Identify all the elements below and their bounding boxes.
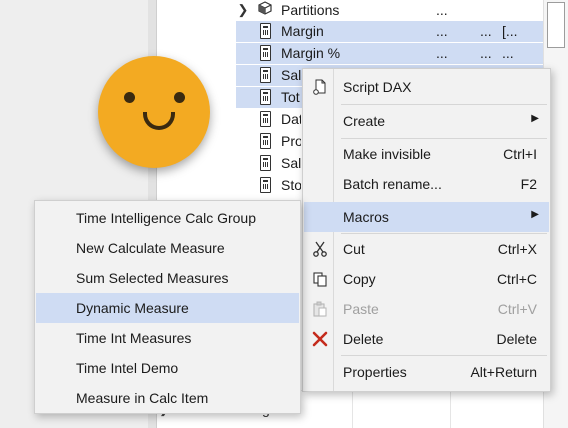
tree-cell: [... — [502, 23, 518, 39]
context-menu: Script DAX Create ▶ Make invisible Ctrl+… — [302, 68, 551, 392]
menu-item-label: Create — [343, 113, 386, 129]
copy-icon — [313, 272, 327, 287]
calculator-icon — [260, 23, 271, 39]
macro-item-label: Time Intel Demo — [76, 360, 179, 376]
menu-item-batch-rename[interactable]: Batch rename... F2 — [304, 169, 549, 199]
menu-item-shortcut: Delete — [496, 331, 537, 347]
macro-item-label: Sum Selected Measures — [76, 270, 229, 286]
tree-item-label: Partitions — [281, 2, 340, 18]
macro-item[interactable]: New Calculate Measure — [36, 233, 299, 263]
tree-item-label: Pro — [281, 133, 301, 149]
menu-item-script-dax[interactable]: Script DAX — [304, 72, 549, 102]
macro-item-label: New Calculate Measure — [76, 240, 225, 256]
menu-item-label: Cut — [343, 241, 365, 257]
menu-item-delete[interactable]: Delete Delete — [304, 324, 549, 354]
column-icon — [260, 111, 271, 127]
tree-cell: ... — [436, 45, 448, 61]
menu-item-label: Delete — [343, 331, 384, 347]
tree-item-label: Dat — [281, 111, 301, 127]
menu-item-shortcut: F2 — [520, 176, 537, 192]
menu-item-cut[interactable]: Cut Ctrl+X — [304, 234, 549, 264]
menu-item-label: Macros — [343, 209, 389, 225]
delete-x-icon — [312, 331, 328, 347]
calculator-icon — [260, 89, 271, 105]
tree-item-label: Sto — [281, 177, 301, 193]
smiley-eye — [124, 92, 135, 103]
macro-item-label: Time Int Measures — [76, 330, 192, 346]
menu-item-label: Properties — [343, 364, 407, 380]
tree-row-margin-pct[interactable]: Margin % ... ... ... — [236, 43, 543, 64]
calculator-icon — [260, 45, 271, 61]
scissors-icon — [313, 241, 327, 257]
macro-item[interactable]: Time Intel Demo — [36, 353, 299, 383]
menu-item-macros[interactable]: Macros ▶ — [304, 202, 549, 232]
menu-separator — [341, 355, 547, 356]
tree-cell: ... — [436, 23, 448, 39]
tree-row-margin[interactable]: Margin ... ... [... — [236, 21, 543, 42]
tree-cell: ... — [480, 45, 492, 61]
tree-item-label: Margin % — [281, 45, 341, 61]
expand-chevron-icon[interactable]: ❯ — [236, 2, 250, 18]
submenu-arrow-icon: ▶ — [531, 209, 539, 220]
column-icon — [260, 133, 271, 149]
menu-item-label: Copy — [343, 271, 376, 287]
calculator-icon — [260, 67, 271, 83]
menu-item-properties[interactable]: Properties Alt+Return — [304, 357, 549, 387]
menu-item-make-invisible[interactable]: Make invisible Ctrl+I — [304, 139, 549, 169]
macro-item[interactable]: Time Intelligence Calc Group — [36, 203, 299, 233]
menu-item-shortcut: Ctrl+I — [503, 146, 537, 162]
script-icon — [313, 79, 326, 95]
menu-item-shortcut: Alt+Return — [470, 364, 537, 380]
menu-item-shortcut: Ctrl+X — [497, 241, 537, 257]
tree-item-label: Sal — [281, 155, 301, 171]
tree-cell: ... — [436, 2, 448, 18]
macro-item-label: Time Intelligence Calc Group — [76, 210, 257, 226]
macro-item[interactable]: Measure in Calc Item — [36, 383, 299, 413]
cube-icon — [258, 1, 272, 15]
macro-item[interactable]: Time Int Measures — [36, 323, 299, 353]
macros-submenu: Time Intelligence Calc Group New Calcula… — [34, 200, 301, 414]
menu-item-shortcut: Ctrl+V — [497, 301, 537, 317]
menu-item-shortcut: Ctrl+C — [496, 271, 537, 287]
scrollbar-thumb[interactable] — [547, 2, 565, 48]
column-icon — [260, 155, 271, 171]
smiley-eye — [174, 92, 185, 103]
menu-item-label: Paste — [343, 301, 379, 317]
macro-item-label: Measure in Calc Item — [76, 390, 209, 406]
tree-item-label: Tot — [281, 89, 300, 105]
column-icon — [260, 177, 271, 193]
macro-item[interactable]: Sum Selected Measures — [36, 263, 299, 293]
menu-item-paste[interactable]: Paste Ctrl+V — [304, 294, 549, 324]
menu-item-label: Batch rename... — [343, 176, 442, 192]
smiley-mouth — [143, 112, 175, 130]
tree-item-label: Margin — [281, 23, 324, 39]
submenu-arrow-icon: ▶ — [531, 113, 539, 124]
macro-item-label: Dynamic Measure — [76, 300, 189, 316]
macro-item-highlighted[interactable]: Dynamic Measure — [36, 293, 299, 323]
menu-separator — [341, 104, 547, 105]
clipboard-icon — [313, 301, 327, 317]
tree-item-label: Sal — [281, 67, 301, 83]
tree-cell: ... — [480, 23, 492, 39]
menu-item-create[interactable]: Create ▶ — [304, 106, 549, 136]
smiley-face-icon — [98, 56, 210, 168]
menu-item-label: Script DAX — [343, 79, 412, 95]
menu-item-label: Make invisible — [343, 146, 431, 162]
tree-cell: ... — [502, 45, 514, 61]
tree-row-partitions[interactable]: ❯ Partitions ... — [236, 0, 543, 21]
menu-item-copy[interactable]: Copy Ctrl+C — [304, 264, 549, 294]
